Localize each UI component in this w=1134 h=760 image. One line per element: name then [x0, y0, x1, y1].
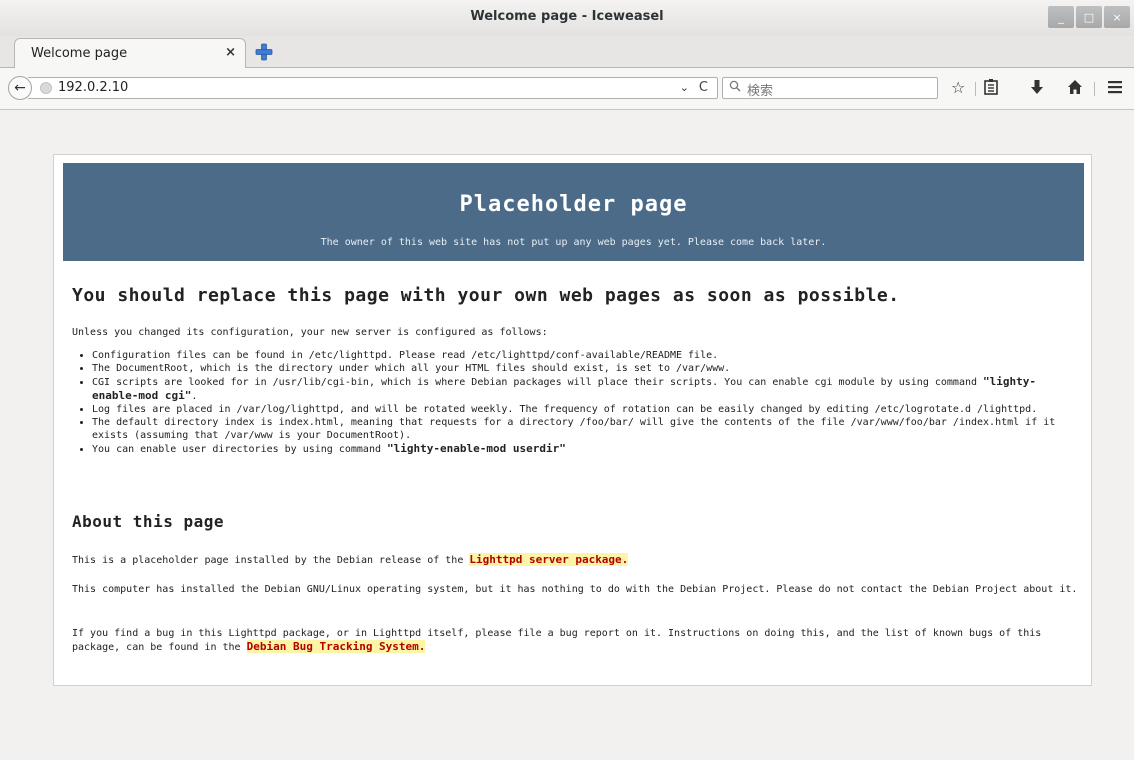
hamburger-menu-icon[interactable] [1107, 79, 1123, 99]
window-titlebar: Welcome page - Iceweasel _ □ × [0, 0, 1134, 36]
back-arrow-icon: ← [14, 80, 26, 96]
chevron-down-icon[interactable]: ⌄ [680, 81, 689, 94]
close-window-button[interactable]: × [1104, 6, 1130, 28]
list-item: You can enable user directories by using… [92, 442, 1082, 456]
banner-subtitle: The owner of this web site has not put u… [320, 237, 827, 248]
page-heading: You should replace this page with your o… [72, 285, 900, 306]
tab-welcome-page[interactable]: Welcome page × [14, 38, 246, 68]
url-bar[interactable]: 192.0.2.10 ⌄ C [28, 77, 718, 99]
about-paragraph-1: This is a placeholder page installed by … [72, 553, 629, 566]
list-item: The default directory index is index.htm… [92, 416, 1082, 442]
minimize-button[interactable]: _ [1048, 6, 1074, 28]
list-item: Configuration files can be found in /etc… [92, 349, 1082, 362]
page-viewport: Placeholder page The owner of this web s… [0, 110, 1134, 760]
globe-icon [40, 82, 52, 94]
tab-label: Welcome page [31, 46, 128, 61]
bookmark-star-icon[interactable]: ☆ [951, 79, 965, 97]
back-button[interactable]: ← [8, 76, 32, 100]
reload-icon[interactable]: C [699, 80, 708, 95]
bookmarks-menu-icon[interactable] [984, 79, 998, 99]
search-placeholder: 検索 [747, 84, 774, 99]
about-paragraph-3: If you find a bug in this Lighttpd packa… [72, 628, 1042, 653]
search-icon [729, 80, 741, 96]
config-list: Configuration files can be found in /etc… [72, 349, 1082, 456]
list-item: CGI scripts are looked for in /usr/lib/c… [92, 375, 1082, 403]
search-input[interactable]: 検索 [722, 77, 938, 99]
nav-toolbar: 192.0.2.10 ⌄ C ← 検索 ☆ [0, 68, 1134, 110]
url-text: 192.0.2.10 [58, 80, 129, 95]
lighttpd-package-link[interactable]: Lighttpd server package. [469, 553, 629, 566]
window-title: Welcome page - Iceweasel [470, 9, 664, 24]
maximize-button[interactable]: □ [1076, 6, 1102, 28]
banner: Placeholder page The owner of this web s… [63, 163, 1084, 261]
about-paragraph-2: This computer has installed the Debian G… [72, 584, 1078, 595]
close-tab-icon[interactable]: × [225, 45, 236, 60]
tab-strip: Welcome page × [0, 36, 1134, 68]
list-item: The DocumentRoot, which is the directory… [92, 362, 1082, 375]
window-controls: _ □ × [1048, 6, 1130, 28]
command-text: "lighty-enable-mod userdir" [387, 442, 566, 455]
toolbar-separator [975, 82, 976, 96]
download-icon[interactable] [1030, 79, 1044, 99]
list-item: Log files are placed in /var/log/lighttp… [92, 403, 1082, 416]
intro-text: Unless you changed its configuration, yo… [72, 327, 548, 338]
about-heading: About this page [72, 512, 224, 531]
toolbar-separator [1094, 82, 1095, 96]
placeholder-page: Placeholder page The owner of this web s… [53, 154, 1092, 686]
new-tab-plus-icon[interactable] [254, 42, 274, 62]
home-icon[interactable] [1067, 79, 1083, 99]
bug-tracking-link[interactable]: Debian Bug Tracking System. [246, 640, 426, 653]
banner-title: Placeholder page [459, 192, 688, 217]
